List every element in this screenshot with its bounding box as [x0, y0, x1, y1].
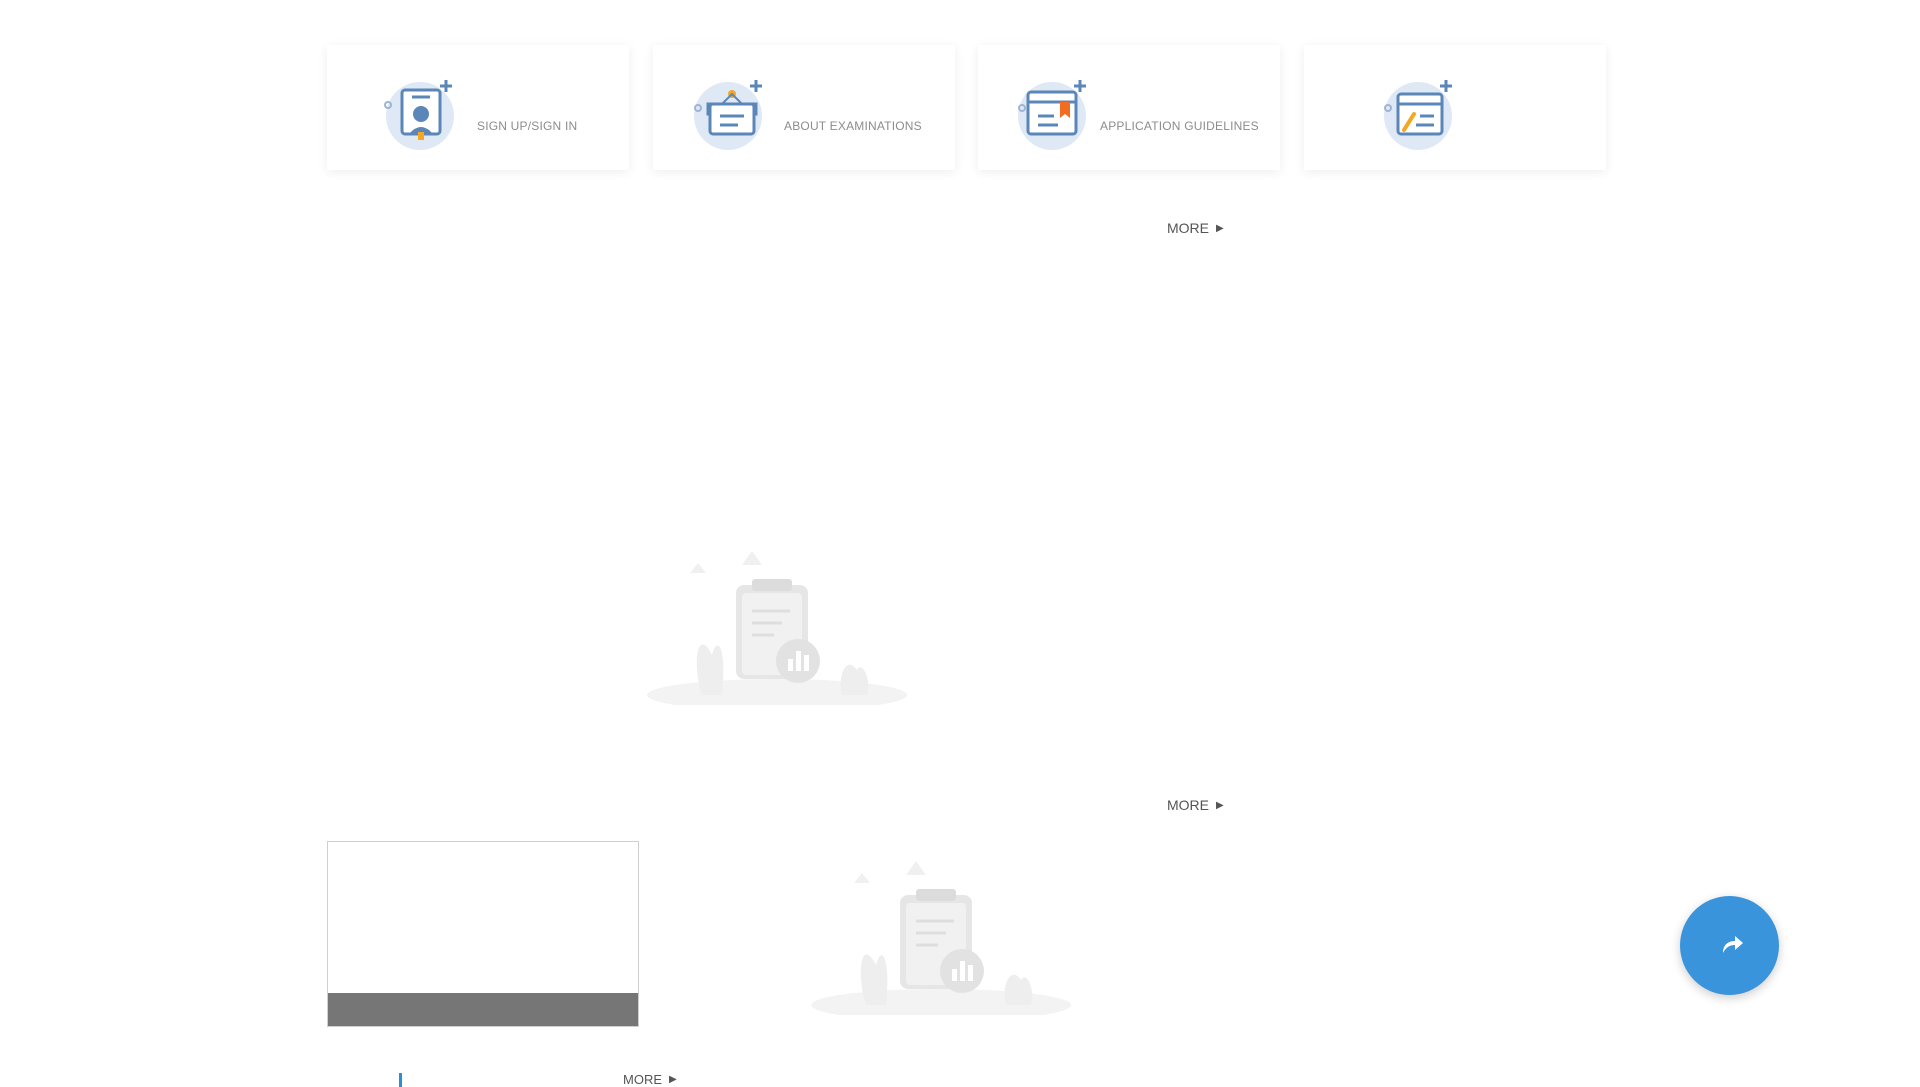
quick-link-label: SIGN UP/SIGN IN — [477, 119, 578, 133]
exam-board-icon — [694, 80, 762, 150]
share-icon — [1722, 935, 1743, 953]
section-accent-bar — [399, 1073, 402, 1087]
quick-link-application[interactable] — [1304, 45, 1606, 170]
guidelines-bookmark-icon — [1018, 80, 1086, 150]
quick-link-label: APPLICATION GUIDELINES — [1100, 119, 1259, 133]
triangle-right-icon: ▶ — [1216, 799, 1224, 811]
empty-clipboard-icon — [811, 861, 1071, 1015]
quick-link-examinations[interactable]: ABOUT EXAMINATIONS — [653, 45, 955, 170]
quick-link-guidelines[interactable]: APPLICATION GUIDELINES — [978, 45, 1280, 170]
share-button[interactable] — [1680, 896, 1779, 995]
quick-link-label: ABOUT EXAMINATIONS — [784, 119, 922, 133]
media-thumbnail[interactable] — [327, 841, 639, 1027]
user-card-icon — [384, 80, 454, 150]
more-link[interactable]: MORE ▶ — [1167, 220, 1224, 236]
media-caption-bar — [328, 993, 638, 1026]
empty-clipboard-icon — [647, 551, 907, 705]
more-label: MORE — [1167, 220, 1209, 236]
quick-link-signin[interactable]: SIGN UP/SIGN IN — [327, 45, 629, 170]
edit-form-icon — [1384, 80, 1452, 150]
more-link[interactable]: MORE ▶ — [1167, 797, 1224, 813]
more-label: MORE — [1167, 797, 1209, 813]
triangle-right-icon: ▶ — [1216, 222, 1224, 234]
